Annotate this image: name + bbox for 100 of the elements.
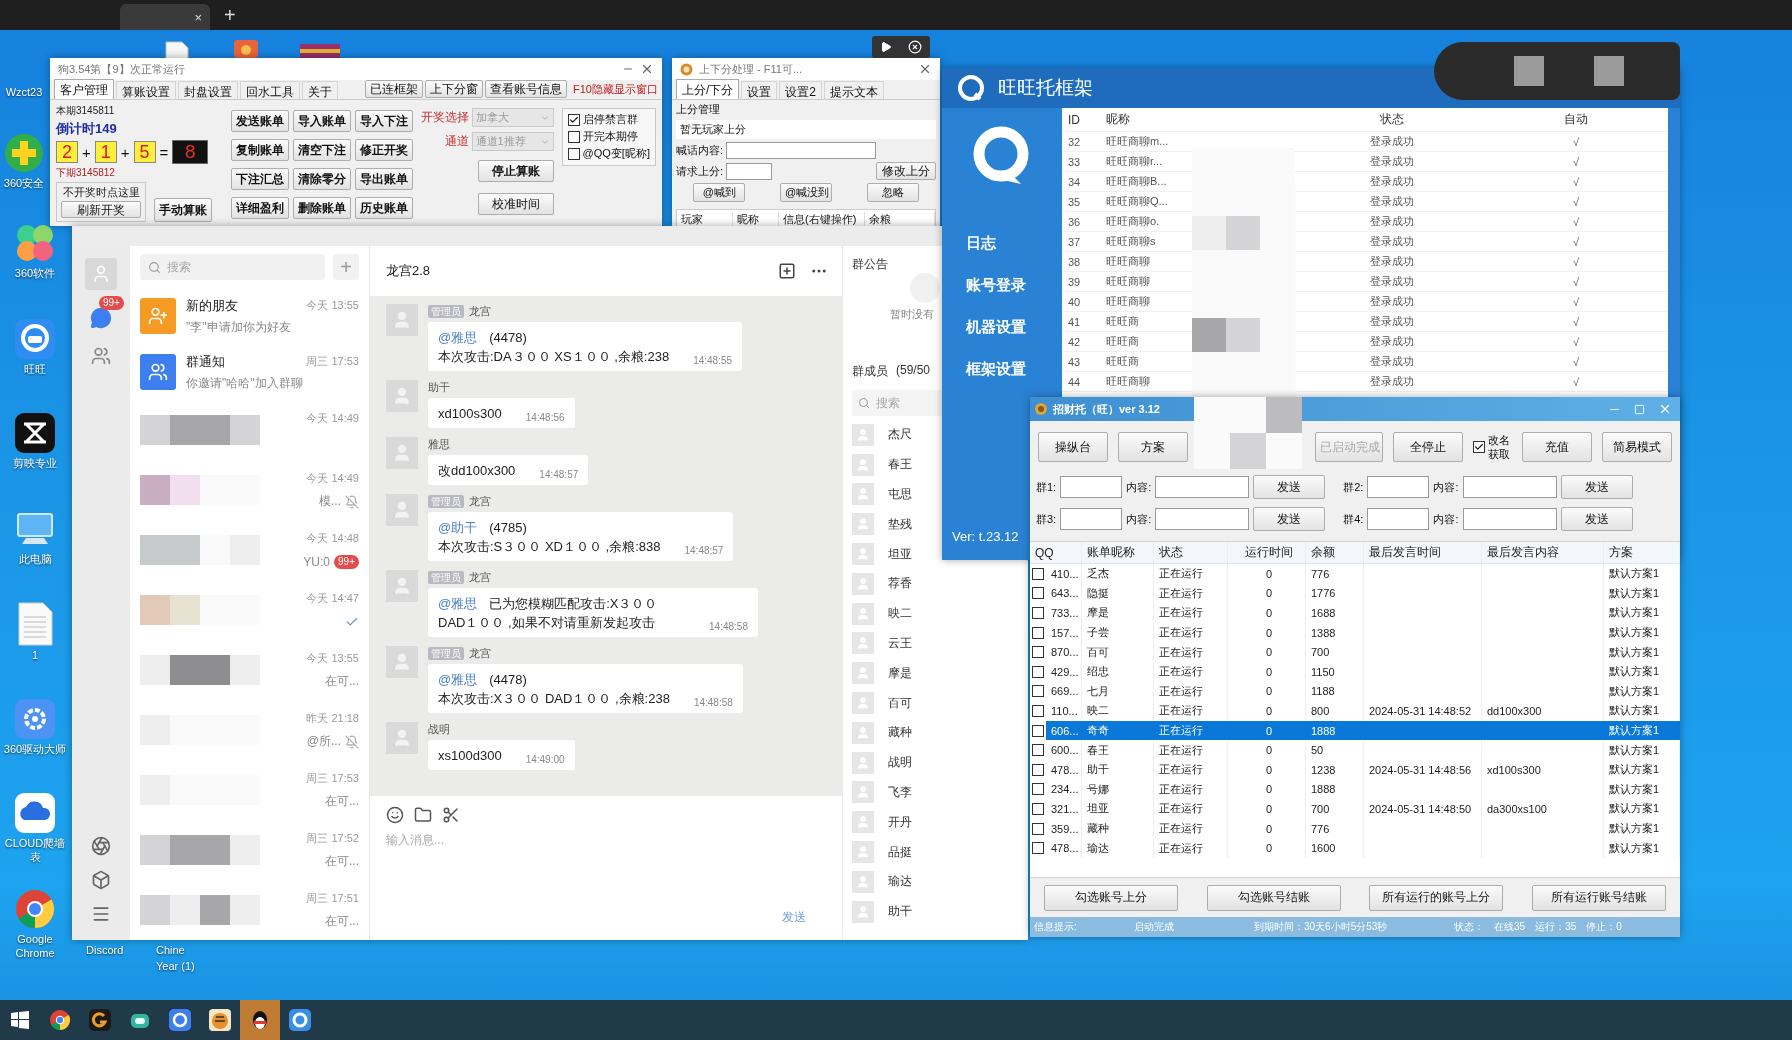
checkbox[interactable] bbox=[1032, 665, 1044, 678]
checkbox[interactable] bbox=[1032, 822, 1044, 835]
menu-icon[interactable] bbox=[91, 904, 111, 924]
desktop-icon-label[interactable]: Wzct23 bbox=[5, 86, 43, 100]
image-file-icon[interactable] bbox=[232, 38, 260, 58]
input-field[interactable] bbox=[1155, 508, 1250, 530]
nav-item[interactable]: 机器设置 bbox=[942, 318, 1026, 360]
input-field[interactable] bbox=[1060, 508, 1123, 530]
toolbar-button[interactable]: 已连框架 bbox=[365, 80, 424, 98]
action-button[interactable]: 导入账单 bbox=[292, 110, 351, 132]
tab[interactable]: 客户管理 bbox=[54, 79, 114, 99]
action-button[interactable]: @喊到 bbox=[693, 183, 746, 202]
action-button[interactable]: 清除零分 bbox=[292, 168, 351, 190]
windows-start-icon[interactable] bbox=[11, 1011, 29, 1029]
table-row[interactable]: 669... 七月 正在运行 0 1188 默认方案1 bbox=[1030, 681, 1680, 702]
contacts-icon[interactable] bbox=[91, 346, 111, 366]
toolbar-button[interactable]: 全停止 bbox=[1393, 432, 1463, 462]
send-button[interactable]: 发送 bbox=[1253, 507, 1326, 531]
table-row[interactable]: 870... 百可 正在运行 0 700 默认方案1 bbox=[1030, 642, 1680, 662]
toolbar-button[interactable]: 方案 bbox=[1118, 432, 1188, 462]
add-square-icon[interactable] bbox=[778, 262, 796, 280]
tab[interactable]: 关于 bbox=[302, 81, 338, 99]
send-button[interactable]: 发送 bbox=[1560, 507, 1633, 531]
input-field[interactable] bbox=[1462, 508, 1557, 530]
modify-button[interactable]: 修改上分 bbox=[876, 162, 936, 180]
aperture-icon[interactable] bbox=[91, 836, 111, 856]
tab[interactable]: 封盘设置 bbox=[178, 81, 238, 99]
new-tab-button[interactable]: + bbox=[224, 2, 236, 30]
input-field[interactable] bbox=[1367, 476, 1430, 498]
table-row[interactable]: 478... 瑜达 正在运行 0 1600 默认方案1 bbox=[1030, 838, 1680, 858]
action-button[interactable]: 详细盈利 bbox=[230, 197, 289, 219]
action-button[interactable]: 勾选账号上分 bbox=[1044, 884, 1179, 911]
input-field[interactable] bbox=[726, 162, 773, 180]
checkbox[interactable] bbox=[1032, 587, 1044, 600]
checkbox[interactable] bbox=[1032, 607, 1044, 619]
table-row[interactable]: 600... 春王 正在运行 0 50 默认方案1 bbox=[1030, 740, 1680, 760]
tab[interactable]: 提示文本 bbox=[824, 81, 885, 99]
toolbar-button[interactable]: 操纵台 bbox=[1038, 432, 1108, 462]
document-icon[interactable] bbox=[17, 602, 53, 646]
table-row[interactable]: 429... 绍忠 正在运行 0 1150 默认方案1 bbox=[1030, 661, 1680, 682]
browser-tab[interactable]: × bbox=[120, 4, 210, 30]
send-button[interactable]: 发送 bbox=[1560, 475, 1633, 499]
desktop-icon-label[interactable]: 360软件 bbox=[14, 267, 56, 281]
taskbar-item[interactable] bbox=[240, 1000, 280, 1040]
manual-settle-button[interactable]: 手动算账 bbox=[154, 198, 212, 222]
checkbox[interactable] bbox=[1032, 685, 1044, 698]
action-button[interactable]: 历史账单 bbox=[354, 197, 413, 219]
tab-close-button[interactable]: × bbox=[194, 9, 202, 25]
browser-icon[interactable] bbox=[49, 1009, 71, 1031]
table-row[interactable]: 359... 藏种 正在运行 0 776 默认方案1 bbox=[1030, 818, 1680, 839]
nav-item[interactable]: 账号登录 bbox=[942, 276, 1026, 318]
send-button[interactable]: 发送 bbox=[1253, 475, 1326, 499]
input-field[interactable] bbox=[1367, 508, 1430, 530]
chat-circle-icon[interactable] bbox=[169, 1009, 191, 1031]
checkbox[interactable] bbox=[1032, 626, 1044, 639]
tab[interactable]: 设置 bbox=[741, 81, 778, 99]
cube-icon[interactable] bbox=[91, 870, 111, 890]
action-button[interactable]: 导入下注 bbox=[354, 110, 413, 132]
input-field[interactable] bbox=[1462, 476, 1557, 498]
table-row[interactable]: 110... 映二 正在运行 0 800 2024-05-31 14:48:52 dd100x300 默认方案1 bbox=[1030, 701, 1680, 721]
desktop-icon-label[interactable]: 360安全 bbox=[3, 177, 45, 191]
input-field[interactable] bbox=[1155, 476, 1250, 498]
browser-icon[interactable] bbox=[14, 888, 56, 930]
table-row[interactable]: 410... 乏杰 正在运行 0 776 默认方案1 bbox=[1030, 564, 1680, 584]
close-icon[interactable] bbox=[918, 62, 932, 76]
stop-button[interactable]: 停止算账 bbox=[477, 160, 554, 182]
chat-circle-icon[interactable] bbox=[289, 1009, 311, 1031]
checkbox[interactable] bbox=[567, 147, 580, 160]
gear-icon[interactable] bbox=[14, 698, 56, 740]
nav-item[interactable]: 框架设置 bbox=[942, 360, 1026, 402]
tab[interactable]: 上分/下分 bbox=[676, 79, 740, 99]
input-field[interactable] bbox=[726, 142, 877, 159]
action-button[interactable]: 清空下注 bbox=[292, 139, 351, 161]
action-button[interactable]: 删除账单 bbox=[292, 197, 351, 219]
table-row[interactable]: 478... 助干 正在运行 0 1238 2024-05-31 14:48:56 xd100s300 默认方案1 bbox=[1030, 759, 1680, 780]
checkbox[interactable] bbox=[1032, 842, 1044, 855]
action-button[interactable]: @喊没到 bbox=[780, 183, 832, 202]
refresh-button[interactable]: 刷新开奖 bbox=[61, 201, 141, 218]
circle-app-icon[interactable] bbox=[209, 1009, 231, 1031]
toolbar-button[interactable]: 简易模式 bbox=[1602, 432, 1672, 462]
action-button[interactable]: 导出账单 bbox=[354, 168, 413, 190]
cloud-icon[interactable] bbox=[14, 792, 56, 834]
input-field[interactable] bbox=[1060, 476, 1123, 498]
checkbox[interactable] bbox=[1032, 724, 1044, 737]
scissors-icon[interactable] bbox=[442, 806, 460, 824]
checkbox[interactable] bbox=[567, 130, 580, 143]
action-button[interactable]: 忽略 bbox=[866, 183, 919, 202]
nav-item[interactable]: 日志 bbox=[942, 234, 996, 276]
checkbox[interactable] bbox=[1032, 763, 1044, 776]
action-button[interactable]: 下注汇总 bbox=[230, 168, 289, 190]
play-icon[interactable] bbox=[880, 41, 892, 53]
crossed-lines-icon[interactable] bbox=[14, 412, 56, 454]
table-row[interactable]: 234... 号娜 正在运行 0 1888 默认方案1 bbox=[1030, 779, 1680, 800]
action-button[interactable]: 复制账单 bbox=[230, 139, 289, 161]
action-button[interactable]: 所有运行账号结账 bbox=[1531, 884, 1666, 911]
toolbar-button[interactable]: 充值 bbox=[1522, 432, 1592, 462]
tab[interactable]: 设置2 bbox=[779, 81, 823, 99]
checkbox[interactable] bbox=[1032, 646, 1044, 659]
checkbox[interactable] bbox=[567, 113, 580, 126]
close-icon[interactable] bbox=[908, 40, 922, 54]
